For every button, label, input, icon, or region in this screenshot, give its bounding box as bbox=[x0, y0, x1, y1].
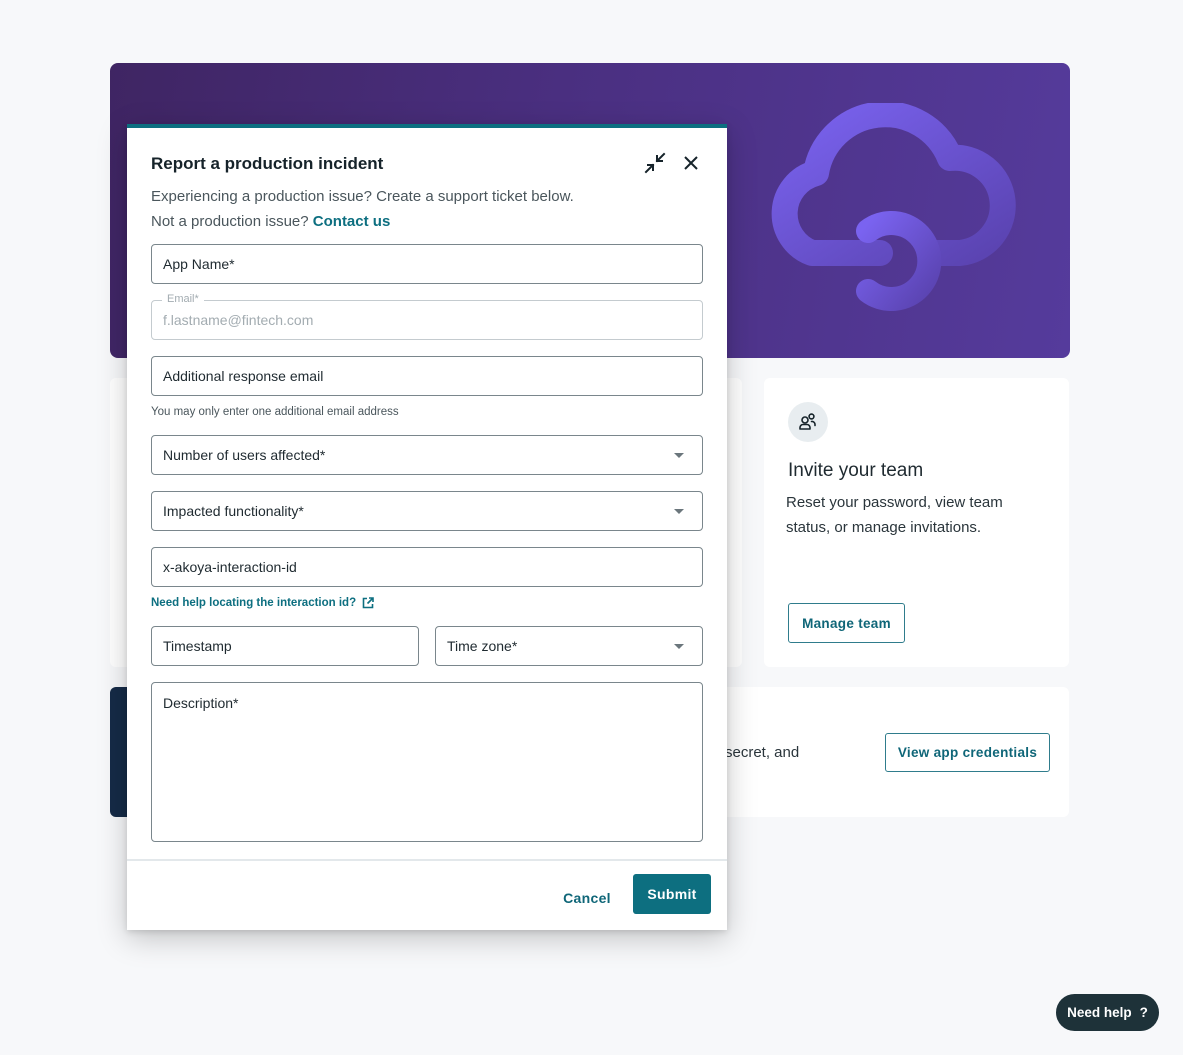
subtitle-prefix: Not a production issue? bbox=[151, 213, 309, 230]
timestamp-field[interactable]: Timestamp bbox=[151, 626, 419, 666]
need-help-button[interactable]: Need help ? bbox=[1056, 994, 1159, 1031]
interaction-id-label: x-akoya-interaction-id bbox=[163, 559, 297, 575]
external-link-icon bbox=[362, 597, 374, 609]
minimize-icon bbox=[644, 152, 666, 174]
modal-footer-divider bbox=[127, 859, 727, 861]
users-affected-label: Number of users affected* bbox=[163, 447, 326, 463]
team-icon bbox=[799, 413, 816, 430]
cloud-logo-icon bbox=[771, 103, 1016, 311]
timestamp-label: Timestamp bbox=[163, 638, 232, 654]
impacted-functionality-select[interactable]: Impacted functionality* bbox=[151, 491, 703, 531]
additional-email-helper: You may only enter one additional email … bbox=[151, 406, 399, 418]
view-app-credentials-button[interactable]: View app credentials bbox=[885, 733, 1050, 772]
email-label: Email* bbox=[162, 293, 204, 305]
chevron-down-icon bbox=[674, 509, 684, 514]
team-card-description: Reset your password, view team status, o… bbox=[786, 494, 1003, 536]
contact-us-link[interactable]: Contact us bbox=[313, 213, 391, 230]
additional-email-field[interactable]: Additional response email bbox=[151, 356, 703, 396]
close-icon bbox=[684, 156, 698, 170]
description-label: Description* bbox=[163, 695, 239, 711]
credentials-card-text: secret, and bbox=[725, 744, 800, 761]
time-zone-select[interactable]: Time zone* bbox=[435, 626, 703, 666]
team-card-title: Invite your team bbox=[788, 460, 924, 481]
app-name-field[interactable]: App Name* bbox=[151, 244, 703, 284]
help-question-icon: ? bbox=[1139, 1005, 1148, 1020]
subtitle-line-1: Experiencing a production issue? Create … bbox=[151, 188, 574, 205]
close-button[interactable] bbox=[678, 150, 704, 176]
time-zone-label: Time zone* bbox=[447, 638, 518, 654]
need-help-label: Need help bbox=[1067, 1005, 1132, 1020]
impacted-functionality-label: Impacted functionality* bbox=[163, 503, 304, 519]
report-incident-modal: Report a production incident Experiencin… bbox=[127, 124, 727, 930]
chevron-down-icon bbox=[674, 644, 684, 649]
team-icon-badge bbox=[788, 402, 828, 442]
users-affected-select[interactable]: Number of users affected* bbox=[151, 435, 703, 475]
email-field: Email* f.lastname@fintech.com bbox=[151, 293, 703, 340]
subtitle-line-2: Not a production issue? Contact us bbox=[151, 209, 574, 234]
minimize-button[interactable] bbox=[642, 150, 668, 176]
modal-title: Report a production incident bbox=[151, 154, 384, 173]
interaction-id-field[interactable]: x-akoya-interaction-id bbox=[151, 547, 703, 587]
modal-subtitle: Experiencing a production issue? Create … bbox=[151, 184, 574, 234]
interaction-help-text: Need help locating the interaction id? bbox=[151, 597, 357, 609]
invite-team-card: Invite your team Reset your password, vi… bbox=[764, 378, 1069, 667]
additional-email-label: Additional response email bbox=[163, 368, 324, 384]
manage-team-button[interactable]: Manage team bbox=[788, 603, 905, 643]
description-textarea[interactable]: Description* bbox=[151, 682, 703, 842]
cancel-button[interactable]: Cancel bbox=[557, 878, 617, 918]
chevron-down-icon bbox=[674, 453, 684, 458]
email-value: f.lastname@fintech.com bbox=[163, 312, 314, 328]
submit-button[interactable]: Submit bbox=[633, 874, 711, 914]
app-name-label: App Name* bbox=[163, 256, 235, 272]
interaction-id-help-link[interactable]: Need help locating the interaction id? bbox=[151, 597, 374, 609]
